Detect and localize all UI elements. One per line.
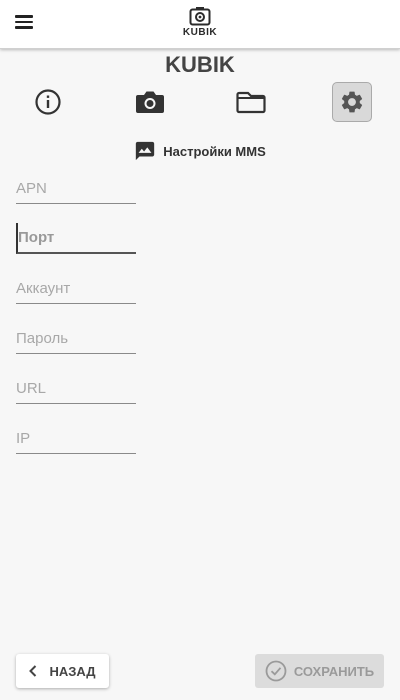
tab-folder[interactable] (231, 82, 271, 122)
mms-message-icon (136, 141, 155, 161)
password-field[interactable] (16, 323, 136, 355)
tab-settings[interactable] (332, 82, 372, 122)
url-input[interactable] (16, 373, 136, 404)
port-input[interactable] (16, 223, 136, 254)
save-button[interactable]: СОХРАНИТЬ (255, 654, 384, 688)
tab-bar (0, 82, 400, 124)
url-field[interactable] (16, 373, 136, 405)
camera-icon (136, 91, 164, 113)
ip-field[interactable] (16, 423, 136, 455)
account-field[interactable] (16, 273, 136, 305)
back-button[interactable]: НАЗАД (16, 654, 109, 688)
apn-field[interactable] (16, 173, 136, 205)
tab-camera[interactable] (130, 82, 170, 122)
section-title: Настройки MMS (163, 143, 266, 159)
top-app-bar: KUBIK (0, 0, 400, 49)
logo-text: KUBIK (182, 27, 218, 38)
ip-input[interactable] (16, 423, 136, 454)
folder-icon (236, 91, 266, 114)
back-button-label: НАЗАД (49, 663, 96, 679)
info-icon (35, 89, 61, 115)
port-field[interactable] (16, 223, 136, 255)
account-input[interactable] (16, 273, 136, 304)
check-circle-icon (265, 660, 287, 682)
gear-icon (341, 91, 363, 113)
password-input[interactable] (16, 323, 136, 354)
camera-logo-icon (189, 7, 211, 26)
chevron-left-icon (29, 665, 37, 677)
apn-input[interactable] (16, 173, 136, 204)
app-logo: KUBIK (0, 6, 400, 38)
page-title: KUBIK (165, 52, 235, 77)
tab-info[interactable] (28, 82, 68, 122)
section-header: Настройки MMS (0, 140, 400, 162)
save-button-label: СОХРАНИТЬ (293, 663, 375, 679)
